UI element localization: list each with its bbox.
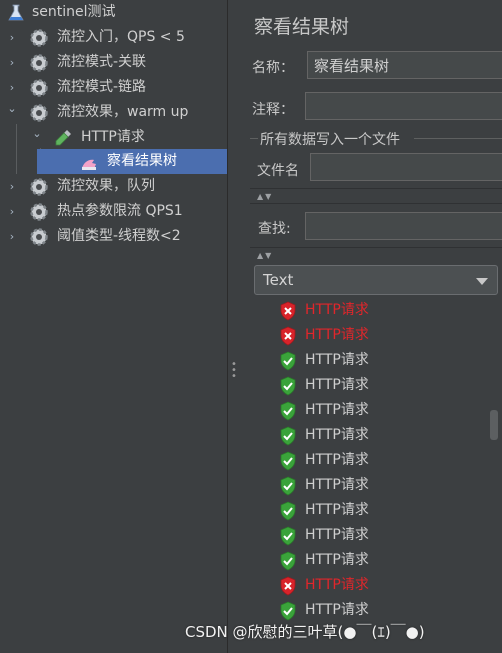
success-shield-icon <box>278 401 298 421</box>
tree-item-label: 流控模式-链路 <box>57 79 147 95</box>
success-shield-icon <box>278 601 298 621</box>
success-shield-icon <box>278 501 298 521</box>
search-label: 查找: <box>258 221 291 237</box>
comment-field[interactable] <box>305 92 502 120</box>
gear-icon <box>29 202 49 222</box>
tree-item-thread-group[interactable]: › 流控模式-关联 <box>0 50 227 75</box>
result-item-label: HTTP请求 <box>305 427 369 443</box>
render-mode-value: Text <box>263 271 294 289</box>
tree-item-label: 流控效果，队列 <box>57 178 155 194</box>
drag-handle-icon[interactable]: • • • <box>231 360 237 382</box>
chevron-down-icon[interactable]: ⌄ <box>31 121 43 146</box>
result-item-label: HTTP请求 <box>305 502 369 518</box>
results-list[interactable]: HTTP请求 HTTP请求 HTTP请求 HTTP请求 HTTP请求 HTTP请求 HTTP… <box>240 298 502 653</box>
comment-label: 注释： <box>252 102 294 118</box>
name-label: 名称： <box>252 60 294 76</box>
result-item-label: HTTP请求 <box>305 327 369 343</box>
gear-icon <box>29 227 49 247</box>
tree-item-label: sentinel测试 <box>32 4 116 20</box>
divider <box>250 247 502 248</box>
search-input[interactable] <box>305 212 502 240</box>
result-item-label: HTTP请求 <box>305 602 369 618</box>
collapse-arrows-icon[interactable]: ▲▼ <box>257 251 273 260</box>
tree-item-thread-group[interactable]: › 流控模式-链路 <box>0 75 227 100</box>
scrollbar-thumb[interactable] <box>490 410 498 440</box>
success-shield-icon <box>278 476 298 496</box>
success-shield-icon <box>278 376 298 396</box>
result-item-label: HTTP请求 <box>305 352 369 368</box>
tree-item-label: 察看结果树 <box>107 153 177 169</box>
success-shield-icon <box>278 451 298 471</box>
gear-icon <box>29 177 49 197</box>
filename-label: 文件名 <box>257 163 299 179</box>
result-item-label: HTTP请求 <box>305 452 369 468</box>
failure-shield-icon <box>278 301 298 321</box>
file-group-label: 所有数据写入一个文件 <box>260 132 400 148</box>
chevron-right-icon[interactable]: › <box>6 199 18 224</box>
result-item-label: HTTP请求 <box>305 402 369 418</box>
result-item-label: HTTP请求 <box>305 527 369 543</box>
divider <box>250 203 502 204</box>
group-border <box>414 138 502 139</box>
test-plan-tree[interactable]: sentinel测试 › 流控入门，QPS < 5 › 流控模式-关联 › 流控… <box>0 0 228 653</box>
tree-item-thread-group[interactable]: › 流控入门，QPS < 5 <box>0 25 227 50</box>
chevron-down-icon[interactable]: ⌄ <box>6 96 18 121</box>
failure-shield-icon <box>278 576 298 596</box>
result-item-label: HTTP请求 <box>305 552 369 568</box>
panel-title: 察看结果树 <box>254 16 350 38</box>
chevron-right-icon[interactable]: › <box>6 50 18 75</box>
success-shield-icon <box>278 526 298 546</box>
tree-item-thread-group[interactable]: › 阈值类型-线程数<2 <box>0 224 227 249</box>
gear-icon <box>29 53 49 73</box>
success-shield-icon <box>278 551 298 571</box>
tree-item-thread-group[interactable]: › 热点参数限流 QPS1 <box>0 199 227 224</box>
group-border <box>250 138 258 139</box>
tree-item-root[interactable]: sentinel测试 <box>0 0 227 25</box>
result-item-label: HTTP请求 <box>305 377 369 393</box>
chevron-right-icon[interactable]: › <box>6 174 18 199</box>
filename-field[interactable] <box>310 153 502 181</box>
tree-item-thread-group[interactable]: › 流控效果，队列 <box>0 174 227 199</box>
gear-icon <box>29 103 49 123</box>
chevron-down-icon <box>476 278 488 285</box>
divider <box>250 188 502 189</box>
tree-item-http-request[interactable]: ⌄ HTTP请求 <box>0 125 227 150</box>
flask-icon <box>6 3 26 23</box>
tree-item-label: 阈值类型-线程数<2 <box>57 228 181 244</box>
success-shield-icon <box>278 351 298 371</box>
tree-item-view-results-tree[interactable]: 察看结果树 <box>37 149 227 174</box>
name-field[interactable]: 察看结果树 <box>307 51 502 79</box>
tree-item-label: 流控模式-关联 <box>57 54 147 70</box>
render-mode-select[interactable]: Text <box>254 265 498 295</box>
collapse-arrows-icon[interactable]: ▲▼ <box>257 192 273 201</box>
tree-item-label: 流控效果，warm up <box>57 104 189 120</box>
watermark: CSDN @欣慰的三叶草(●￣(ｴ)￣●) <box>185 623 425 641</box>
chevron-right-icon[interactable]: › <box>6 224 18 249</box>
listener-icon <box>79 152 99 172</box>
tree-item-label: 流控入门，QPS < 5 <box>57 29 185 45</box>
success-shield-icon <box>278 426 298 446</box>
failure-shield-icon <box>278 326 298 346</box>
result-item-label: HTTP请求 <box>305 477 369 493</box>
tree-item-label: 热点参数限流 QPS1 <box>57 203 183 219</box>
result-item-label: HTTP请求 <box>305 302 369 318</box>
pane-splitter[interactable]: • • • <box>228 0 239 653</box>
result-item-label: HTTP请求 <box>305 577 369 593</box>
chevron-right-icon[interactable]: › <box>6 25 18 50</box>
gear-icon <box>29 78 49 98</box>
gear-icon <box>29 28 49 48</box>
tree-item-label: HTTP请求 <box>81 129 145 145</box>
pipette-icon <box>53 128 73 148</box>
view-results-tree-panel: 察看结果树 名称： 察看结果树 注释： 所有数据写入一个文件 文件名 ▲▼ 查找… <box>240 0 502 653</box>
